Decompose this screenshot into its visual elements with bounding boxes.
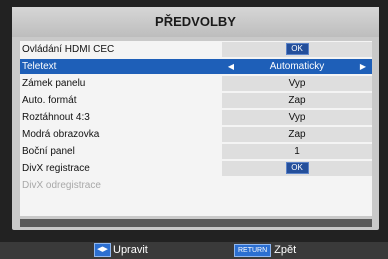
menu-item-value: OK xyxy=(222,161,372,176)
back-label: Zpět xyxy=(274,244,297,256)
preferences-menu: Ovládání HDMI CEC OK Teletext ◀ Automati… xyxy=(20,41,372,216)
menu-item-label: Auto. formát xyxy=(22,95,77,106)
menu-item-value: OK xyxy=(222,42,372,57)
dialog-title: PŘEDVOLBY xyxy=(12,7,379,37)
menu-item-hdmi-cec[interactable]: Ovládání HDMI CEC OK xyxy=(20,42,372,57)
menu-item-label: DivX odregistrace xyxy=(22,180,101,191)
arrow-left-icon[interactable]: ◀ xyxy=(226,59,236,74)
menu-bottom-bar xyxy=(20,219,372,227)
menu-item-value: Vyp xyxy=(222,110,372,125)
footer-hint-bar: ◀▶ Upravit RETURN Zpět xyxy=(0,242,388,259)
ok-button[interactable]: OK xyxy=(285,162,309,175)
preferences-dialog: PŘEDVOLBY Ovládání HDMI CEC OK Teletext … xyxy=(12,7,379,230)
menu-item-stretch-4-3[interactable]: Roztáhnout 4:3 Vyp xyxy=(20,110,372,125)
menu-item-value: Zap xyxy=(222,93,372,108)
menu-item-blue-screen[interactable]: Modrá obrazovka Zap xyxy=(20,127,372,142)
menu-item-side-panel[interactable]: Boční panel 1 xyxy=(20,144,372,159)
ok-button[interactable]: OK xyxy=(285,43,309,56)
menu-item-label: Teletext xyxy=(22,61,57,72)
menu-item-label: Ovládání HDMI CEC xyxy=(22,44,115,55)
menu-item-label: Zámek panelu xyxy=(22,78,86,89)
menu-item-label: DivX registrace xyxy=(22,163,90,174)
return-key-icon: RETURN xyxy=(234,243,272,257)
edit-label: Upravit xyxy=(113,244,148,256)
menu-item-label: Modrá obrazovka xyxy=(22,129,100,140)
menu-item-label: Roztáhnout 4:3 xyxy=(22,112,90,123)
menu-item-value: ◀ Automaticky ▶ xyxy=(222,59,372,74)
value-text: Automaticky xyxy=(269,61,325,72)
arrow-left-right-icon: ◀▶ xyxy=(94,243,111,258)
menu-item-auto-format[interactable]: Auto. formát Zap xyxy=(20,93,372,108)
arrow-right-icon[interactable]: ▶ xyxy=(358,59,368,74)
menu-item-teletext[interactable]: Teletext ◀ Automaticky ▶ xyxy=(20,59,372,74)
menu-item-value: Zap xyxy=(222,127,372,142)
back-hint[interactable]: RETURN Zpět xyxy=(234,243,296,258)
menu-item-value: Vyp xyxy=(222,76,372,91)
edit-hint[interactable]: ◀▶ Upravit xyxy=(94,243,148,258)
menu-item-panel-lock[interactable]: Zámek panelu Vyp xyxy=(20,76,372,91)
menu-item-value: 1 xyxy=(222,144,372,159)
menu-item-divx-registration[interactable]: DivX registrace OK xyxy=(20,161,372,176)
menu-item-divx-deregistration: DivX odregistrace xyxy=(20,178,372,193)
menu-item-label: Boční panel xyxy=(22,146,75,157)
